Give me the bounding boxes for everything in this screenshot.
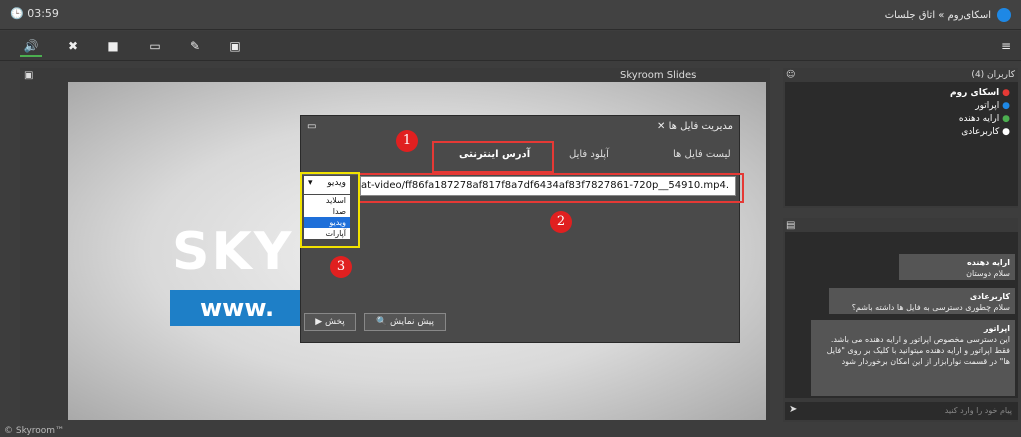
tab-upload[interactable]: آپلود فایل	[569, 149, 609, 160]
chat-placeholder: پیام خود را وارد کنید	[944, 406, 1012, 415]
annotation-number-1: 1	[396, 130, 418, 152]
tab-file-list[interactable]: لیست فایل ها	[673, 149, 731, 160]
top-bar	[0, 0, 1021, 30]
dialog-title: مدیریت فایل ها	[668, 121, 733, 132]
mic-off-icon[interactable]: ✖	[62, 37, 84, 55]
skyroom-logo-icon	[997, 8, 1011, 22]
timer-text: 03:59	[27, 7, 59, 20]
slide-title-text: SKY	[172, 222, 294, 282]
dialog-header: ▭ مدیریت فایل ها ✕	[301, 116, 739, 140]
hamburger-icon[interactable]: ≡	[995, 37, 1017, 55]
chat-message: ارایه دهنده سلام دوستان	[899, 254, 1015, 280]
users-title: کاربران (4)	[971, 70, 1015, 80]
preview-button[interactable]: پیش نمایش 🔍	[364, 313, 446, 331]
stage-title: Skyroom Slides	[620, 70, 697, 81]
annotation-number-3: 3	[330, 256, 352, 278]
annotation-number-2: 2	[550, 211, 572, 233]
slide-icon[interactable]: ▣	[224, 37, 246, 55]
folder-icon: ▭	[307, 121, 317, 132]
slide-url-text: www.	[200, 294, 275, 322]
pen-icon[interactable]: ✎	[184, 37, 206, 55]
toolbar: 🔊 ✖ ■ ▭ ✎ ▣ ≡	[0, 31, 1021, 61]
stage-menu-icon[interactable]: ▣	[24, 70, 33, 81]
user-item[interactable]: ● اپراتور	[975, 101, 1010, 111]
annotation-box-1	[432, 141, 554, 173]
chat-message: کاربرعادی سلام چطوری دسترسی به فایل ها دا…	[829, 288, 1015, 314]
user-item[interactable]: ● اسکای روم	[950, 88, 1010, 98]
camera-icon[interactable]: ■	[102, 37, 124, 55]
session-timer: 🕒 03:59	[10, 7, 59, 20]
close-icon[interactable]: ✕	[657, 121, 665, 132]
breadcrumb: اسکای‌روم » اتاق جلسات	[885, 8, 1011, 22]
dialog-title-wrap: مدیریت فایل ها ✕	[657, 121, 733, 132]
footer-copyright: © Skyroom™	[4, 426, 65, 436]
annotation-box-3	[300, 172, 360, 248]
volume-icon[interactable]: 🔊	[20, 37, 42, 57]
user-item[interactable]: ● کاربرعادی	[961, 127, 1010, 137]
users-group-icon: ☺	[786, 70, 796, 80]
send-icon[interactable]: ➤	[789, 404, 797, 415]
play-button[interactable]: پخش ▶	[304, 313, 356, 331]
chat-message: اپراتور این دسترسی مخصوص اپراتور و ارایه …	[811, 320, 1015, 396]
chat-messages: ارایه دهنده سلام دوستان کاربرعادی سلام چطو…	[785, 232, 1018, 398]
chat-icon: ▤	[786, 220, 796, 231]
annotation-box-2	[358, 173, 744, 203]
users-list: ● اسکای روم ● اپراتور ● ارایه دهنده ● کا…	[785, 82, 1018, 206]
chat-input[interactable]: ➤ پیام خود را وارد کنید	[785, 402, 1018, 420]
screen-icon[interactable]: ▭	[144, 37, 166, 55]
user-item[interactable]: ● ارایه دهنده	[959, 114, 1010, 124]
breadcrumb-text: اسکای‌روم » اتاق جلسات	[884, 10, 991, 21]
